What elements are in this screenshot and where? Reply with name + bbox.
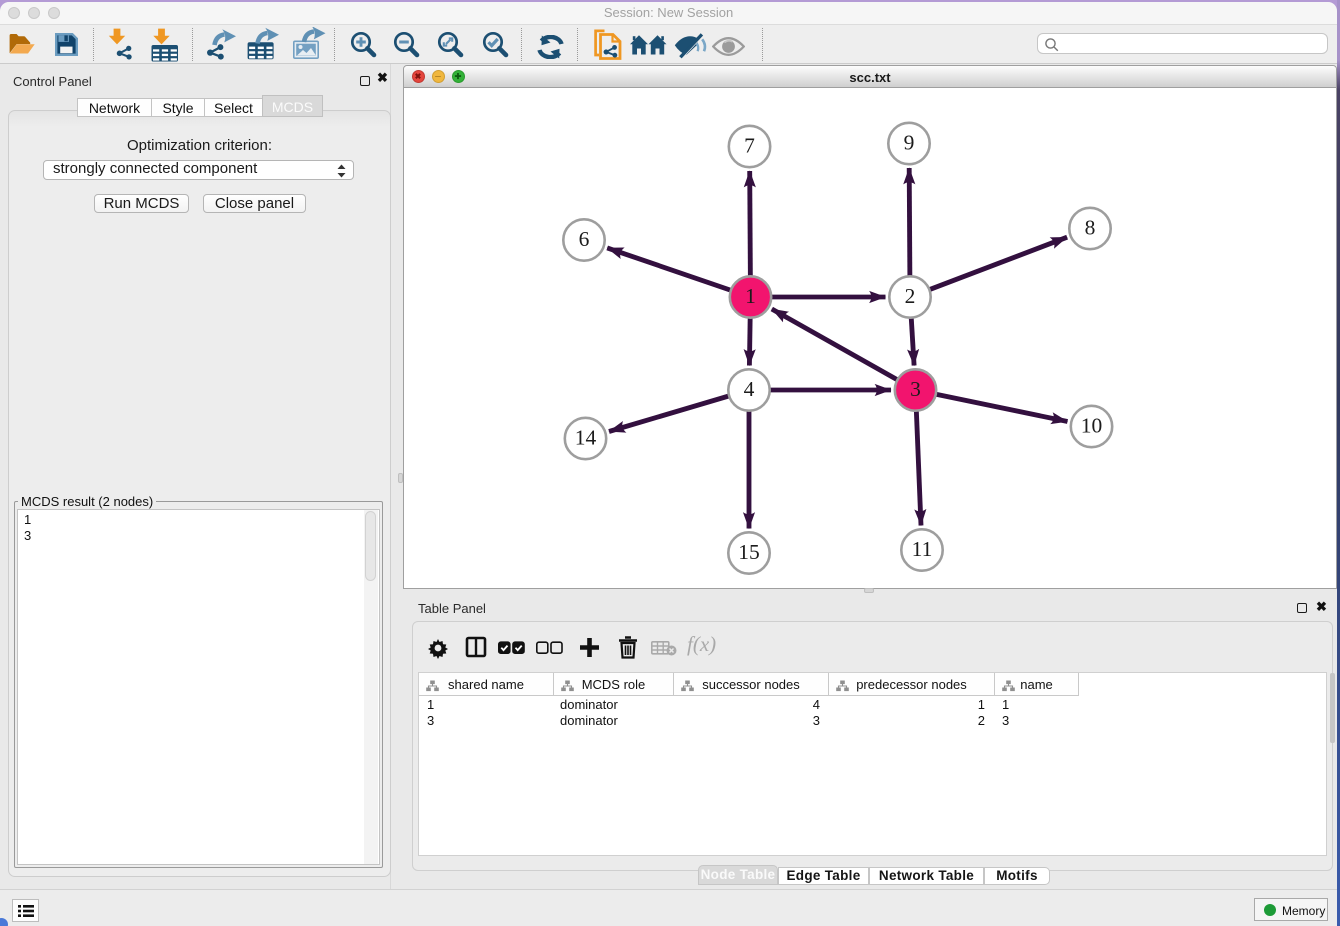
svg-text:10: 10	[1081, 413, 1103, 437]
svg-text:15: 15	[738, 540, 760, 564]
svg-text:11: 11	[912, 537, 933, 561]
svg-text:4: 4	[744, 377, 755, 401]
svg-text:7: 7	[744, 133, 755, 157]
svg-text:9: 9	[904, 130, 915, 154]
svg-text:14: 14	[575, 425, 597, 449]
svg-text:1: 1	[745, 284, 756, 308]
svg-text:6: 6	[579, 227, 590, 251]
svg-text:8: 8	[1085, 215, 1096, 239]
svg-text:2: 2	[905, 284, 916, 308]
svg-text:3: 3	[910, 377, 921, 401]
